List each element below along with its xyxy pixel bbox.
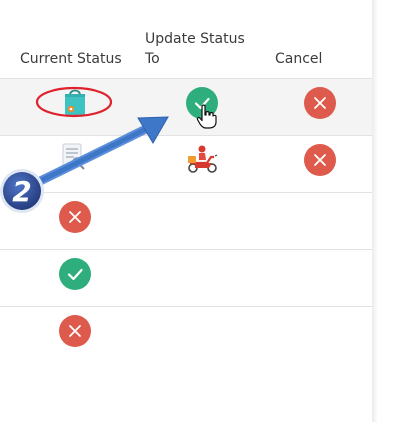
row-divider — [0, 249, 372, 250]
step-number-text: 2 — [12, 175, 31, 208]
panel-edge-shadow — [372, 0, 378, 422]
header-current-status: Current Status — [20, 51, 122, 67]
hand-pointer-cursor-icon — [196, 104, 218, 130]
step-number-badge: 2 — [0, 166, 50, 216]
order-status-table: Current Status Update Status To Cancel — [0, 0, 372, 422]
cancel-button[interactable] — [304, 144, 336, 176]
cancel-button[interactable] — [304, 87, 336, 119]
status-cancelled-icon — [59, 315, 91, 347]
header-cancel: Cancel — [275, 51, 323, 67]
delivery-scooter-icon[interactable] — [185, 144, 219, 174]
header-update-status-to: Update Status To — [145, 31, 245, 67]
status-completed-icon — [59, 258, 91, 290]
row-divider — [0, 306, 372, 307]
